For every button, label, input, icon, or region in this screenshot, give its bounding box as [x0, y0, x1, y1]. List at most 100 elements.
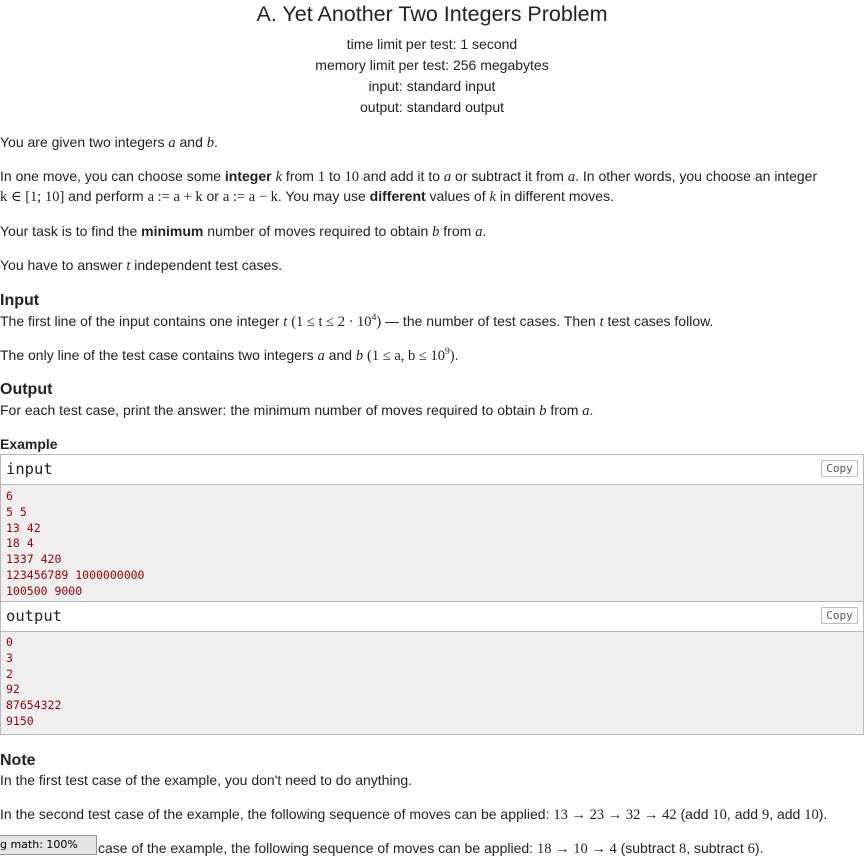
- sample-input-line: 6: [6, 489, 13, 503]
- sample-output-line: 0: [6, 635, 13, 649]
- bold-text: integer: [224, 168, 272, 184]
- math-expression: a := a + k: [147, 189, 203, 205]
- statement-paragraph-3: Your task is to find the minimum number …: [0, 221, 862, 242]
- math-expression: a := a − k: [222, 189, 278, 205]
- math-var: a: [317, 348, 325, 364]
- math-expression: 18 → 10 → 4: [536, 841, 617, 856]
- sample-output-box: output Copy 0 3 2 92 87654322 9150: [0, 601, 864, 735]
- text: .: [589, 402, 594, 418]
- text: You have to answer: [0, 257, 127, 273]
- text: from: [282, 168, 318, 184]
- bold-text: different: [369, 188, 426, 204]
- text: In one move, you can choose some: [0, 168, 225, 184]
- text: and perform: [64, 188, 148, 204]
- problem-title: A. Yet Another Two Integers Problem: [256, 2, 608, 26]
- text: , add: [769, 806, 805, 822]
- copy-input-button[interactable]: Copy: [821, 460, 858, 477]
- t-constraint: (1 ≤ t ≤ 2 · 104): [291, 313, 381, 330]
- text: or subtract it from: [451, 168, 568, 184]
- math-expression: k ∈ [1; 10]: [0, 189, 65, 205]
- output-heading: Output: [0, 381, 53, 398]
- math-var: a: [582, 403, 590, 419]
- math-var: b: [355, 348, 364, 364]
- memory-limit: memory limit per test: 256 megabytes: [315, 57, 549, 73]
- output-line-1: For each test case, print the answer: th…: [0, 400, 862, 421]
- sample-output-line: 87654322: [6, 698, 62, 713]
- text: For each test case, print the answer: th…: [0, 402, 540, 418]
- text: .: [454, 347, 459, 363]
- text: or: [202, 188, 223, 204]
- text: to: [325, 168, 345, 184]
- text: (add: [676, 806, 713, 822]
- math-number: 1: [317, 169, 326, 185]
- text: . You may use: [277, 188, 370, 204]
- sample-output-label: output: [6, 607, 62, 625]
- note-line-1: In the first test case of the example, y…: [0, 772, 413, 788]
- example-heading: Example: [0, 436, 58, 452]
- input-line-2: The only line of the test case contains …: [0, 345, 862, 366]
- text: In the second test case of the example, …: [0, 806, 554, 822]
- math-expression: (1 ≤ a, b ≤ 10: [367, 348, 445, 364]
- text: and add it to: [359, 168, 444, 184]
- sample-input-line: 1337 420: [6, 552, 62, 567]
- text: from: [546, 402, 583, 418]
- text: values of: [425, 188, 490, 204]
- output-spec: output: standard output: [360, 99, 504, 115]
- sample-input-line: 18 4: [6, 536, 34, 551]
- text: case of the example, the following seque…: [98, 840, 537, 856]
- sample-input-content: 65 5 13 42 18 4 1337 420 123456789 100000000…: [1, 485, 863, 603]
- text: and: [175, 134, 207, 150]
- sample-output-line: 3: [6, 650, 13, 665]
- sample-input-header: input Copy: [1, 455, 863, 485]
- sample-input-line: 13 42: [6, 520, 41, 535]
- statement-paragraph-2-line-1: In one move, you can choose some integer…: [0, 166, 862, 187]
- sample-input-line: 123456789 1000000000: [6, 567, 145, 582]
- math-number: 10: [804, 807, 819, 823]
- math-number: 6: [747, 841, 755, 856]
- text: in different moves.: [495, 188, 614, 204]
- text: .: [482, 223, 487, 239]
- sample-output-line: 92: [6, 682, 20, 697]
- text: .: [214, 134, 218, 150]
- text: , subtract: [686, 840, 748, 856]
- copy-output-button[interactable]: Copy: [821, 607, 858, 624]
- math-var: b: [539, 403, 547, 419]
- note-heading: Note: [0, 752, 36, 769]
- text: independent test cases.: [130, 257, 283, 273]
- sample-input-line: 5 5: [6, 504, 27, 519]
- note-line-3: case of the example, the following seque…: [98, 838, 858, 856]
- text: — the number of test cases. Then: [381, 313, 600, 329]
- text: ).: [818, 806, 828, 822]
- text: The only line of the test case contains …: [0, 347, 318, 363]
- text: (subtract: [616, 840, 679, 856]
- sample-output-content: 0 3 2 92 87654322 9150: [1, 632, 863, 733]
- note-line-2: In the second test case of the example, …: [0, 804, 862, 825]
- math-expression: 13 → 23 → 32 → 42: [553, 807, 677, 823]
- text: Your task is to find the: [0, 223, 142, 239]
- text: from: [439, 223, 476, 239]
- text: You are given two integers: [0, 134, 169, 150]
- math-var: a: [567, 169, 576, 185]
- text: test cases follow.: [603, 313, 714, 329]
- sample-output-header: output Copy: [1, 602, 863, 632]
- input-heading: Input: [0, 292, 40, 309]
- statement-paragraph-4: You have to answer t independent test ca…: [0, 255, 862, 276]
- statement-paragraph-1: You are given two integers a and b.: [0, 132, 862, 153]
- ab-constraint: (1 ≤ a, b ≤ 109): [367, 347, 455, 364]
- math-number: 10: [712, 807, 727, 823]
- sample-output-line: 2: [6, 666, 13, 681]
- problem-page: A. Yet Another Two Integers Problem time…: [0, 0, 864, 856]
- input-spec: input: standard input: [368, 78, 496, 94]
- sample-output-line: 9150: [6, 713, 34, 728]
- statement-paragraph-2-line-2: k ∈ [1; 10] and perform a := a + k or a …: [0, 186, 862, 207]
- text: . In other words, you choose an integer: [575, 168, 818, 184]
- text: and: [324, 347, 356, 363]
- math-var: t: [283, 314, 288, 330]
- sample-input-line: 100500 9000: [6, 583, 83, 598]
- input-line-1: The first line of the input contains one…: [0, 311, 862, 332]
- math-var: a: [168, 135, 176, 151]
- sample-input-label: input: [6, 460, 53, 478]
- math-var: b: [206, 135, 215, 151]
- text: number of moves required to obtain: [203, 223, 433, 239]
- time-limit: time limit per test: 1 second: [346, 36, 518, 52]
